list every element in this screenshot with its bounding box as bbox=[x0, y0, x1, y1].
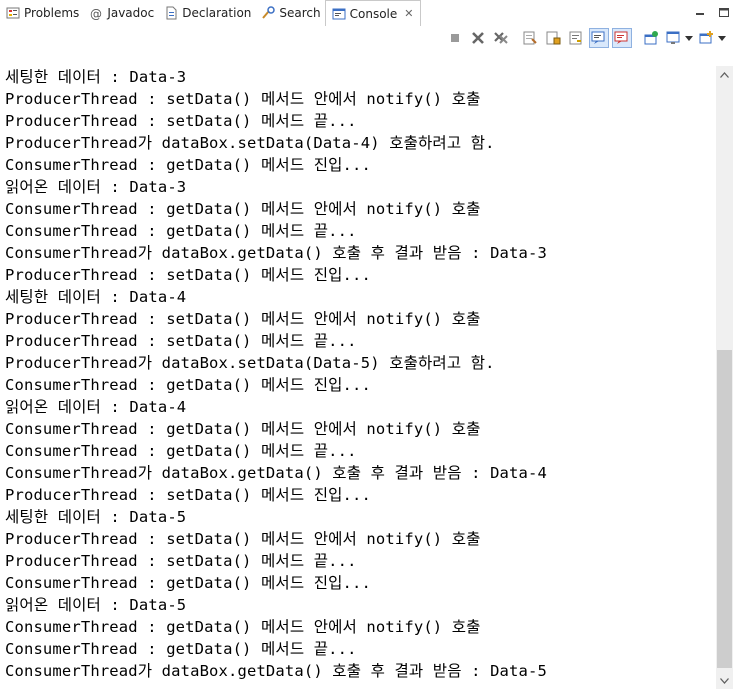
console-line: 세팅한 데이터 : Data-3 bbox=[5, 68, 187, 86]
terminate-icon[interactable] bbox=[445, 28, 465, 48]
tab-search[interactable]: Search bbox=[255, 0, 324, 26]
declaration-icon bbox=[164, 6, 178, 20]
console-icon bbox=[332, 7, 346, 21]
search-icon bbox=[261, 6, 276, 20]
svg-text:@: @ bbox=[90, 7, 102, 20]
console-line: ConsumerThread : getData() 메서드 진입... bbox=[5, 376, 371, 394]
console-view: Problems @ Javadoc Declaration Search Co… bbox=[0, 0, 735, 689]
scroll-up-arrow[interactable] bbox=[716, 66, 733, 83]
tab-label: Search bbox=[279, 6, 321, 20]
console-line: ConsumerThread가 dataBox.getData() 호출 후 결… bbox=[5, 464, 547, 482]
tab-label: Console bbox=[349, 6, 398, 21]
scroll-down-arrow[interactable] bbox=[716, 672, 733, 689]
console-line: ConsumerThread : getData() 메서드 진입... bbox=[5, 156, 371, 174]
tab-declaration[interactable]: Declaration bbox=[158, 0, 255, 26]
console-line: ConsumerThread : getData() 메서드 안에서 notif… bbox=[5, 420, 481, 438]
show-on-stderr-icon[interactable] bbox=[612, 28, 632, 48]
open-console-icon[interactable] bbox=[697, 28, 717, 48]
console-line: ProducerThread : setData() 메서드 끝... bbox=[5, 552, 357, 570]
tab-label: Problems bbox=[24, 6, 80, 20]
show-on-stdout-icon[interactable] bbox=[589, 28, 609, 48]
console-line: ProducerThread : setData() 메서드 안에서 notif… bbox=[5, 530, 481, 548]
console-line: ProducerThread : setData() 메서드 진입... bbox=[5, 486, 371, 504]
console-line: 세팅한 데이터 : Data-5 bbox=[5, 508, 187, 526]
console-toolbar bbox=[0, 26, 735, 50]
console-line: ConsumerThread : getData() 메서드 안에서 notif… bbox=[5, 200, 481, 218]
display-console-icon[interactable] bbox=[664, 28, 684, 48]
remove-launch-icon[interactable] bbox=[468, 28, 488, 48]
pin-console-icon[interactable] bbox=[641, 28, 661, 48]
maximize-icon[interactable] bbox=[717, 4, 731, 18]
console-line: 읽어온 데이터 : Data-3 bbox=[5, 178, 187, 196]
console-line: ConsumerThread : getData() 메서드 끝... bbox=[5, 640, 357, 658]
console-line: ConsumerThread가 dataBox.getData() 호출 후 결… bbox=[5, 244, 547, 262]
console-line: 읽어온 데이터 : Data-4 bbox=[5, 398, 187, 416]
console-line: 읽어온 데이터 : Data-5 bbox=[5, 596, 187, 614]
scroll-lock-icon[interactable] bbox=[543, 28, 563, 48]
tab-label: Declaration bbox=[182, 6, 252, 20]
console-line: 세팅한 데이터 : Data-4 bbox=[5, 288, 187, 306]
console-line: ConsumerThread : getData() 메서드 안에서 notif… bbox=[5, 618, 481, 636]
vertical-scrollbar[interactable] bbox=[716, 66, 733, 689]
console-line: ConsumerThread : getData() 메서드 진입... bbox=[5, 574, 371, 592]
console-output[interactable]: 세팅한 데이터 : Data-3 ProducerThread : setData… bbox=[0, 66, 716, 689]
javadoc-icon: @ bbox=[89, 6, 103, 21]
view-window-controls bbox=[693, 4, 731, 18]
console-line: ConsumerThread : getData() 메서드 끝... bbox=[5, 442, 357, 460]
minimize-icon[interactable] bbox=[693, 4, 707, 18]
chevron-down-icon[interactable] bbox=[717, 28, 727, 48]
console-line: ProducerThread : setData() 메서드 끝... bbox=[5, 332, 357, 350]
scroll-thumb[interactable] bbox=[717, 350, 732, 668]
console-line: ProducerThread가 dataBox.setData(Data-5) … bbox=[5, 354, 495, 372]
tab-console[interactable]: Console ✕ bbox=[324, 0, 421, 26]
tab-label: Javadoc bbox=[107, 6, 155, 20]
remove-all-terminated-icon[interactable] bbox=[491, 28, 511, 48]
console-line: ConsumerThread : getData() 메서드 끝... bbox=[5, 222, 357, 240]
console-line: ProducerThread : setData() 메서드 진입... bbox=[5, 266, 371, 284]
problems-icon bbox=[6, 6, 20, 20]
console-line: ProducerThread : setData() 메서드 안에서 notif… bbox=[5, 90, 481, 108]
clear-console-icon[interactable] bbox=[520, 28, 540, 48]
console-line: ProducerThread가 dataBox.setData(Data-4) … bbox=[5, 134, 495, 152]
console-line: ProducerThread : setData() 메서드 안에서 notif… bbox=[5, 310, 481, 328]
chevron-down-icon[interactable] bbox=[684, 28, 694, 48]
tab-problems[interactable]: Problems bbox=[0, 0, 83, 26]
console-line: ConsumerThread가 dataBox.getData() 호출 후 결… bbox=[5, 662, 547, 680]
view-tab-bar: Problems @ Javadoc Declaration Search Co… bbox=[0, 0, 735, 26]
close-icon[interactable]: ✕ bbox=[404, 7, 413, 20]
word-wrap-icon[interactable] bbox=[566, 28, 586, 48]
console-line: ProducerThread : setData() 메서드 끝... bbox=[5, 112, 357, 130]
tab-javadoc[interactable]: @ Javadoc bbox=[83, 0, 158, 26]
